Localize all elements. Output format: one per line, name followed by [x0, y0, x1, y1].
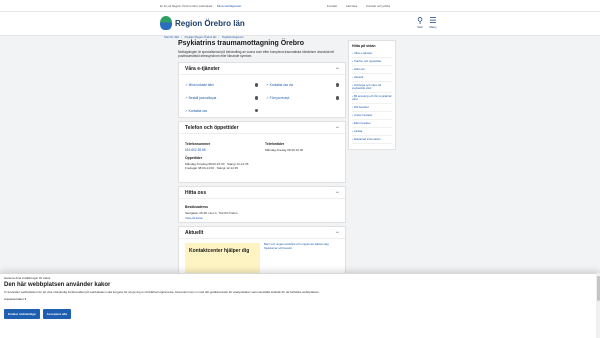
info-icon[interactable]	[254, 108, 258, 113]
info-icon[interactable]	[254, 83, 258, 87]
breadcrumb-item[interactable]: Psykiatri Regionen	[222, 36, 244, 39]
eservices-list: Mina bokade tider Kontakta oss via Bestä…	[179, 75, 345, 117]
breadcrumb-item[interactable]: Psykiatri Region Örebro län	[185, 36, 217, 39]
customize-cookies-toggle[interactable]: Anpassa kakor ▾	[4, 297, 596, 301]
find-us-body: Besöksadress Skolgatan 36-38, Hus C, 702…	[179, 199, 345, 222]
opening-hours-label: Öppettider	[185, 155, 203, 160]
sidenav-item[interactable]: Under besöket	[352, 112, 392, 120]
collapse-icon[interactable]: −	[335, 190, 339, 196]
sidenav-item[interactable]: Länkar	[352, 128, 392, 136]
topbar-info-text: Er Er på Region Örebro läns webbplats	[160, 3, 213, 8]
phone-number-link[interactable]: 019-602 55 68	[185, 148, 259, 152]
collapse-icon[interactable]: −	[335, 230, 339, 236]
breadcrumb-item[interactable]: Start för vård	[164, 36, 179, 39]
accept-all-button[interactable]: Acceptera alla	[42, 309, 72, 319]
search-icon: ⚲	[417, 16, 423, 25]
cookie-settings-caption: Hantera dina inställningar för kakor	[4, 276, 51, 280]
collapse-icon[interactable]: −	[335, 66, 339, 72]
cookie-banner: Hantera dina inställningar för kakor Den…	[0, 273, 600, 338]
cookie-buttons: Endast nödvändiga Acceptera alla	[4, 309, 596, 319]
menu-label: Meny	[429, 25, 437, 29]
sidenav-item[interactable]: Hitta oss	[352, 66, 392, 74]
info-icon[interactable]	[254, 96, 258, 100]
news-item[interactable]: Sjukdomar och besvär	[264, 246, 339, 251]
contact-header[interactable]: Telefon och öppettider −	[179, 122, 345, 135]
contact-heading: Telefon och öppettider	[185, 124, 239, 131]
page-title: Psykiatrins traumamottagning Örebro	[178, 40, 305, 47]
news-heading: Aktuellt	[185, 229, 204, 236]
topbar-left: Er Er på Region Örebro läns webbplats Mi…	[160, 4, 241, 8]
news-highlight-card[interactable]: Kontaktcenter hjälper dig	[185, 243, 260, 274]
news-header[interactable]: Aktuellt −	[179, 227, 345, 240]
scrollbar-thumb[interactable]	[596, 276, 600, 301]
search-button[interactable]: ⚲ Sök	[413, 16, 427, 29]
info-icon[interactable]	[335, 83, 339, 87]
phone-hours-value: Måndag-Fredag 08.30-10.00	[265, 148, 304, 153]
cookie-description: Vi använder webbplatsen för att visa nöd…	[4, 290, 320, 294]
on-page-navigation: Hitta på sidan Våra e-tjänster Telefon o…	[348, 40, 396, 150]
contact-body: Telefonnummer 019-602 55 68 Telefontider…	[179, 134, 345, 182]
topbar-easy-read-link[interactable]: Lätt läsa	[346, 4, 357, 8]
sidenav-item[interactable]: Ditt besöket	[352, 104, 392, 112]
address-label: Besöksadress	[185, 205, 208, 210]
hamburger-icon: ☰	[429, 16, 437, 25]
phone-hours-label: Telefontider	[265, 142, 285, 147]
brand-name: Region Örebro län	[175, 18, 245, 28]
region-logo-icon	[160, 16, 172, 30]
cookie-scrollbar[interactable]	[596, 273, 600, 338]
find-us-header[interactable]: Hitta oss −	[179, 187, 345, 200]
menu-button[interactable]: ☰ Meny	[426, 16, 440, 29]
topbar-contact-jobs-link[interactable]: Kontakt och jobba	[366, 4, 390, 8]
top-utility-bar: Er Er på Region Örebro läns webbplats Mi…	[0, 0, 600, 12]
news-body: Kontaktcenter hjälper dig Barn och ungas…	[179, 239, 345, 277]
sidenav-item[interactable]: Våra e-tjänster	[352, 50, 392, 58]
sidenav-item[interactable]: Efter besöket	[352, 120, 392, 128]
eservices-section: Våra e-tjänster − Mina bokade tider Kont…	[178, 62, 346, 119]
sidenav-title: Hitta på sidan	[352, 44, 376, 48]
cookie-title: Den här webbplatsen använder kakor	[4, 282, 111, 288]
find-us-heading: Hitta oss	[185, 189, 207, 196]
sidenav-item[interactable]: Telefon och öppettider	[352, 58, 392, 66]
eservice-item[interactable]: Kontakta oss via	[266, 82, 339, 88]
eservices-heading: Våra e-tjänster	[185, 65, 220, 72]
topbar-right: Kontakt Lätt läsa Kontakt och jobba	[319, 4, 390, 8]
page-intro: Mottagningen är specialiserad på behandl…	[178, 50, 334, 59]
opening-hours-value-friday: Fredagar 08:00-14:00 · Stängt 12-12:45	[185, 166, 239, 171]
site-logo[interactable]: Region Örebro län	[160, 16, 245, 30]
sidenav-item[interactable]: Anhöriga och nära vid psykiatrisk vård	[352, 82, 392, 93]
eservice-item[interactable]: Kontakta oss	[185, 108, 258, 114]
breadcrumb: Start för vård › Psykiatri Region Örebro …	[164, 36, 244, 39]
contact-section: Telefon och öppettider − Telefonnummer 0…	[178, 121, 346, 184]
collapse-icon[interactable]: −	[335, 125, 339, 131]
news-section: Aktuellt − Kontaktcenter hjälper dig Bar…	[178, 226, 346, 279]
sidenav-item[interactable]: Bli ansvarig och får psykiatrisk vård	[352, 93, 392, 104]
find-us-section: Hitta oss − Besöksadress Skolgatan 36-38…	[178, 186, 346, 224]
topbar-contact-link[interactable]: Kontakt	[327, 4, 337, 8]
map-link[interactable]: Visa på karta	[185, 216, 339, 220]
sidenav-item[interactable]: Aktuellt	[352, 74, 392, 82]
sidenav-item[interactable]: Relaterad information	[352, 136, 392, 144]
eservice-item[interactable]: Beställ journalkopia	[185, 95, 258, 101]
eservice-item[interactable]: Förnya recept	[266, 95, 339, 101]
eservice-item[interactable]: Mina bokade tider	[185, 82, 258, 88]
topbar-my-services-link[interactable]: Mina webbtjänster	[217, 4, 241, 8]
phone-label: Telefonnummer	[185, 142, 211, 147]
necessary-only-button[interactable]: Endast nödvändiga	[4, 309, 40, 319]
info-icon[interactable]	[335, 96, 339, 100]
site-header: Region Örebro län ⚲ Sök ☰ Meny	[0, 12, 600, 36]
eservices-header[interactable]: Våra e-tjänster −	[179, 63, 345, 76]
main-content: Psykiatrins traumamottagning Örebro Mott…	[178, 40, 346, 281]
search-label: Sök	[417, 25, 423, 29]
